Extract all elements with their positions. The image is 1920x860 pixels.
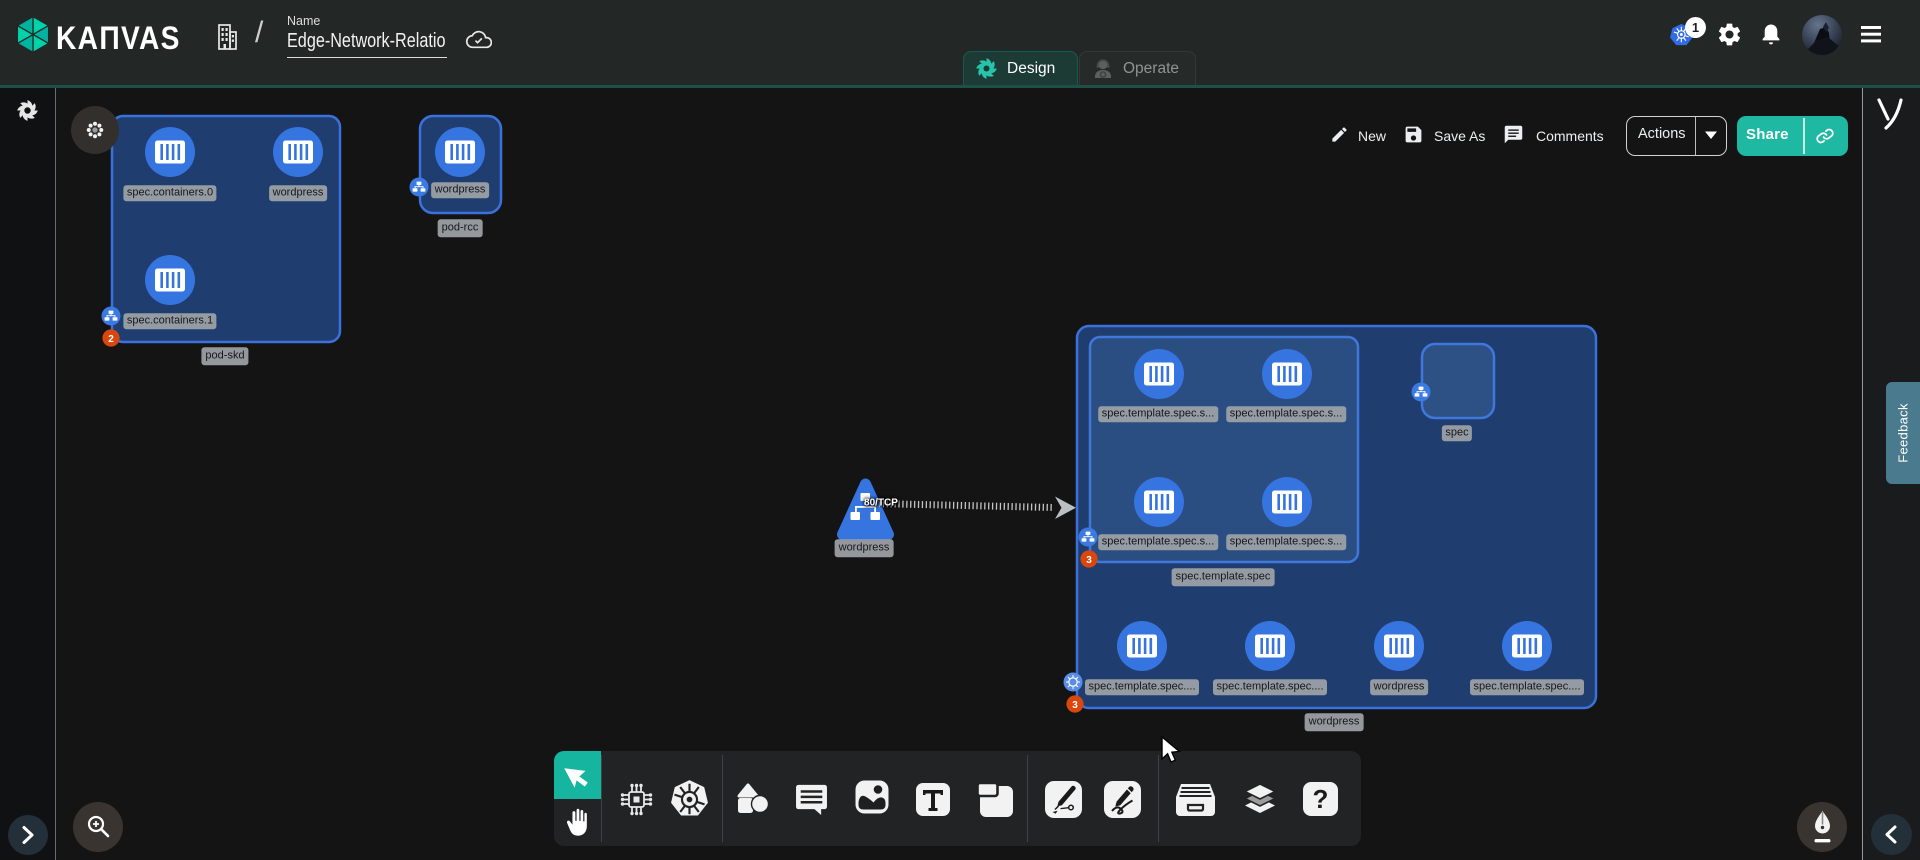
svg-text:3: 3 xyxy=(1086,555,1092,566)
svg-text:3: 3 xyxy=(1072,700,1078,711)
svg-text:1: 1 xyxy=(1692,20,1699,35)
svg-text:?: ? xyxy=(1313,784,1329,814)
svg-text:2: 2 xyxy=(108,334,114,345)
